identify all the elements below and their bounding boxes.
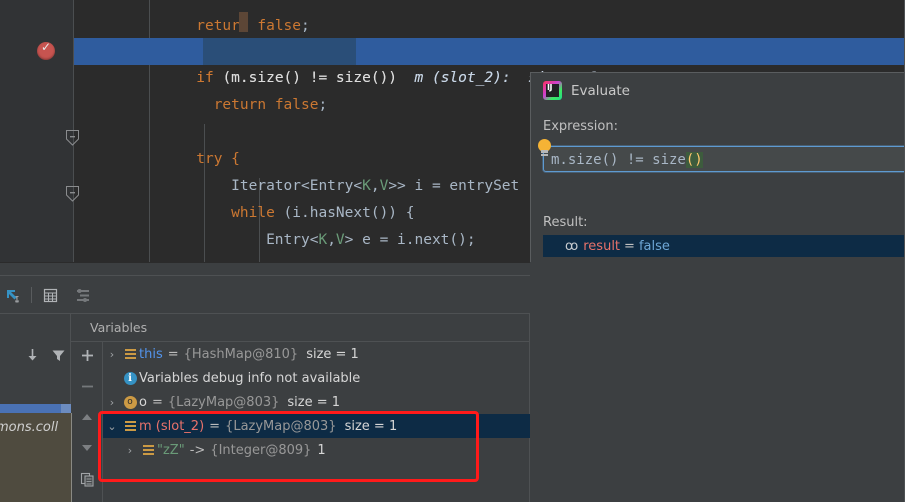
- variable-name: "zZ": [157, 442, 185, 458]
- evaluate-dialog[interactable]: IJ Evaluate Expression: m.size() != size…: [530, 72, 905, 263]
- copy-watch-icon[interactable]: [76, 469, 98, 489]
- watch-glasses-icon: ꝏ: [565, 238, 578, 254]
- info-icon: i: [121, 371, 139, 385]
- add-watch-icon[interactable]: [76, 345, 98, 365]
- show-as-table-icon[interactable]: [37, 282, 63, 308]
- result-value: false: [638, 238, 670, 254]
- code-line-highlighted-text: if (m.size() != size()) m (slot_2): size…: [196, 70, 598, 86]
- table-row[interactable]: ⌄ m (slot_2) = {LazyMap@803} size = 1: [103, 414, 530, 438]
- move-watch-down-icon[interactable]: [76, 438, 98, 458]
- expression-matched-paren: (): [685, 152, 703, 168]
- expression-input-wrapper[interactable]: m.size() != size(): [538, 139, 905, 172]
- stack-value-icon: [121, 420, 139, 432]
- expression-text-main: m.size() != size: [551, 152, 686, 168]
- chevron-right-icon[interactable]: ›: [103, 348, 121, 361]
- editor-gutter[interactable]: [0, 0, 74, 262]
- variable-extra: size = 1: [287, 394, 341, 410]
- tooltip-popup: mons.coll: [0, 413, 72, 502]
- breakpoint-icon[interactable]: ✓: [37, 40, 55, 60]
- evaluate-result-row[interactable]: ꝏ result = false: [543, 235, 905, 257]
- variable-type: {Integer@809}: [210, 442, 312, 458]
- variable-equals: ->: [189, 442, 206, 458]
- chevron-right-icon[interactable]: ›: [103, 396, 121, 409]
- table-row[interactable]: › o o = {LazyMap@803} size = 1: [103, 390, 530, 414]
- step-into-icon[interactable]: [25, 348, 40, 366]
- toolbar-separator: [31, 287, 32, 303]
- variable-extra: size = 1: [344, 418, 398, 434]
- variable-info-message: Variables debug info not available: [139, 370, 361, 386]
- result-equals: =: [624, 238, 635, 254]
- variables-tab-header[interactable]: Variables: [71, 314, 530, 342]
- variable-name: m (slot_2): [139, 418, 205, 434]
- filter-icon[interactable]: [51, 348, 66, 366]
- code-line: Map<?,?> m = (Map<?,?>) o; o: size = 1 m…: [74, 11, 905, 59]
- evaluate-expression-icon[interactable]: [0, 282, 26, 308]
- stack-value-icon: [121, 348, 139, 360]
- variable-type: {HashMap@810}: [183, 346, 299, 362]
- table-row[interactable]: › "zZ" -> {Integer@809} 1: [103, 438, 530, 462]
- intellij-logo-icon: IJ: [543, 81, 562, 100]
- evaluate-dialog-title: Evaluate: [571, 82, 630, 99]
- variable-equals: =: [151, 394, 163, 410]
- tooltip-text: mons.coll: [0, 420, 59, 435]
- object-value-icon: o: [121, 395, 139, 409]
- chevron-down-icon[interactable]: ⌄: [103, 420, 121, 433]
- variable-extra: 1: [317, 442, 326, 458]
- result-label: Result:: [543, 215, 588, 230]
- evaluate-dialog-titlebar: IJ Evaluate: [543, 81, 630, 100]
- variable-equals: =: [209, 418, 221, 434]
- result-variable-name: result: [583, 238, 621, 254]
- remove-watch-icon[interactable]: [76, 376, 98, 396]
- variable-name: o: [139, 394, 147, 410]
- text-caret: [239, 12, 248, 32]
- variable-extra: size = 1: [306, 346, 359, 362]
- variable-type: {LazyMap@803}: [167, 394, 280, 410]
- breakpoint-check-glyph: ✓: [41, 40, 52, 54]
- variable-name: this: [139, 346, 163, 362]
- panel-empty-area: [530, 262, 905, 502]
- variable-type: {LazyMap@803}: [225, 418, 337, 434]
- customize-data-views-icon[interactable]: [70, 282, 96, 308]
- chevron-right-icon[interactable]: ›: [121, 444, 139, 457]
- watch-rail: [71, 342, 103, 502]
- move-watch-up-icon[interactable]: [76, 407, 98, 427]
- table-row: i Variables debug info not available: [103, 366, 530, 390]
- expression-input-text: m.size() != size(): [551, 151, 703, 169]
- variables-tab-label: Variables: [90, 320, 148, 335]
- variable-equals: =: [167, 346, 179, 362]
- table-row[interactable]: › this = {HashMap@810} size = 1: [103, 342, 530, 366]
- ide-window: ✓ return false; if (m.size() != size()) …: [0, 0, 905, 502]
- expression-input[interactable]: m.size() != size(): [543, 146, 905, 172]
- expression-label: Expression:: [543, 119, 618, 134]
- intention-bulb-icon[interactable]: [538, 139, 552, 159]
- variables-tree[interactable]: › this = {HashMap@810} size = 1 i Variab…: [103, 342, 530, 502]
- stack-value-icon: [139, 444, 157, 456]
